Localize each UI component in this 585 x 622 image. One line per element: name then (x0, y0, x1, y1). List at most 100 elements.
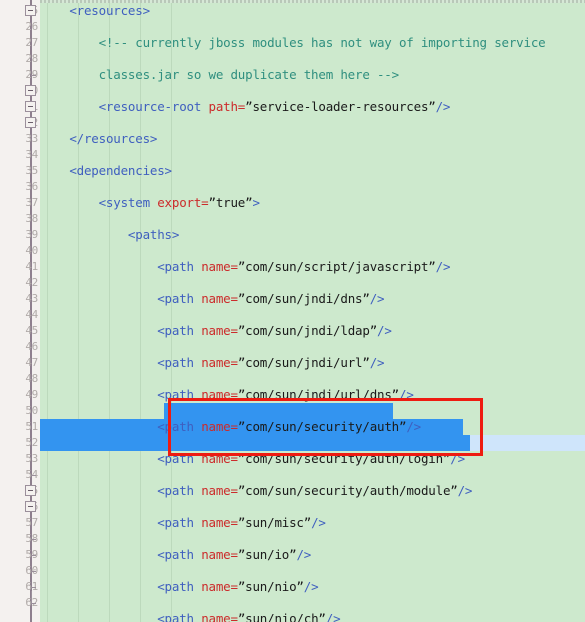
xml-attribute-token: name= (201, 323, 238, 338)
code-content-area[interactable]: <resources> <!-- currently jboss modules… (30, 0, 585, 622)
fold-end-stem (31, 591, 32, 603)
xml-attribute-token: name= (201, 483, 238, 498)
line-number: 39 (25, 228, 38, 241)
xml-value-token: ”sun/nio” (237, 579, 304, 594)
xml-attribute-token: name= (201, 515, 238, 530)
xml-tag-token: <path (157, 483, 202, 498)
line-number: 42 (25, 276, 38, 289)
fold-branch-icon (31, 475, 36, 476)
xml-tag-token: <resource-root (98, 99, 209, 114)
fold-collapse-icon[interactable] (25, 501, 36, 512)
code-line[interactable]: <path name=”sun/io”/> (40, 547, 585, 563)
line-number: 37 (25, 196, 38, 209)
xml-tag-token: <path (157, 515, 202, 530)
xml-value-token: ”com/sun/security/auth/module” (237, 483, 458, 498)
xml-value-token: ”sun/nio/ch” (237, 611, 326, 622)
line-number: 50 (25, 404, 38, 417)
code-line[interactable]: classes.jar so we duplicate them here --… (40, 67, 585, 83)
gutter-marks[interactable]: 2526272829303132333435363738394041424344… (0, 0, 40, 622)
xml-editor-screen: <resources> <!-- currently jboss modules… (0, 0, 585, 622)
code-line[interactable]: <path name=”com/sun/security/auth”/> (40, 419, 585, 435)
xml-tag-token: /> (450, 451, 465, 466)
xml-tag-token: <path (157, 419, 202, 434)
line-number: 28 (25, 52, 38, 65)
line-number: 41 (25, 260, 38, 273)
xml-tag-token: <path (157, 323, 202, 338)
line-number: 40 (25, 244, 38, 257)
fold-branch-icon (31, 571, 36, 572)
code-line[interactable]: <resource-root path=”service-loader-reso… (40, 99, 585, 115)
line-number: 45 (25, 324, 38, 337)
xml-value-token: ”com/sun/jndi/url” (237, 355, 370, 370)
xml-attribute-token: name= (201, 579, 238, 594)
xml-value-token: ”true” (208, 195, 253, 210)
code-line[interactable]: <path name=”com/sun/security/auth/login”… (40, 451, 585, 467)
fold-collapse-icon[interactable] (25, 485, 36, 496)
xml-value-token: ”com/sun/script/javascript” (237, 259, 436, 274)
fold-collapse-icon[interactable] (25, 117, 36, 128)
xml-value-token: ”com/sun/jndi/url/dns” (237, 387, 399, 402)
fold-collapse-icon[interactable] (25, 5, 36, 16)
code-line[interactable]: <path name=”com/sun/jndi/ldap”/> (40, 323, 585, 339)
xml-tag-token: <path (157, 579, 202, 594)
code-line[interactable]: </resources> (40, 131, 585, 147)
code-line[interactable]: <path name=”com/sun/jndi/url/dns”/> (40, 387, 585, 403)
line-number: 53 (25, 452, 38, 465)
code-line[interactable]: <path name=”com/sun/jndi/dns”/> (40, 291, 585, 307)
xml-value-token: ”com/sun/security/auth/login” (237, 451, 451, 466)
code-line[interactable]: <path name=”com/sun/security/auth/module… (40, 483, 585, 499)
xml-tag-token: </resources> (69, 131, 158, 146)
code-line[interactable]: <dependencies> (40, 163, 585, 179)
fold-collapse-icon[interactable] (25, 101, 36, 112)
xml-value-token: ”com/sun/security/auth” (237, 419, 407, 434)
line-number: 33 (25, 132, 38, 145)
line-number: 49 (25, 388, 38, 401)
xml-attribute-token: name= (201, 419, 238, 434)
xml-value-token: ”sun/misc” (237, 515, 312, 530)
xml-attribute-token: export= (157, 195, 209, 210)
xml-tag-token: <path (157, 291, 202, 306)
line-number: 36 (25, 180, 38, 193)
xml-tag-token: <path (157, 259, 202, 274)
code-line[interactable]: <!-- currently jboss modules has not way… (40, 35, 585, 51)
code-line[interactable]: <path name=”com/sun/script/javascript”/> (40, 259, 585, 275)
xml-tag-token: <system (98, 195, 158, 210)
xml-tag-token: /> (311, 515, 326, 530)
code-line[interactable]: <paths> (40, 227, 585, 243)
xml-tag-token: /> (435, 99, 451, 114)
fold-branch-icon (31, 75, 36, 76)
xml-tag-token: /> (406, 419, 421, 434)
code-line[interactable]: <resources> (40, 3, 585, 19)
xml-tag-token: <path (157, 611, 202, 622)
code-line[interactable]: <path name=”sun/nio”/> (40, 579, 585, 595)
code-line[interactable]: <system export=”true”> (40, 195, 585, 211)
line-number: 51 (25, 420, 38, 433)
code-line[interactable]: <path name=”com/sun/jndi/url”/> (40, 355, 585, 371)
code-line[interactable]: <path name=”sun/nio/ch”/> (40, 611, 585, 622)
xml-tag-token: <path (157, 547, 202, 562)
line-number: 44 (25, 308, 38, 321)
xml-attribute-token: name= (201, 611, 238, 622)
line-number: 34 (25, 148, 38, 161)
xml-attribute-token: name= (201, 291, 238, 306)
xml-tag-token: > (252, 195, 260, 210)
line-number: 46 (25, 340, 38, 353)
xml-comment-token: <!-- currently jboss modules has not way… (98, 35, 546, 50)
code-line[interactable]: <path name=”sun/misc”/> (40, 515, 585, 531)
xml-value-token: ”service-loader-resources” (245, 99, 436, 114)
line-number: 52 (25, 436, 38, 449)
fold-collapse-icon[interactable] (25, 85, 36, 96)
xml-attribute-token: name= (201, 387, 238, 402)
